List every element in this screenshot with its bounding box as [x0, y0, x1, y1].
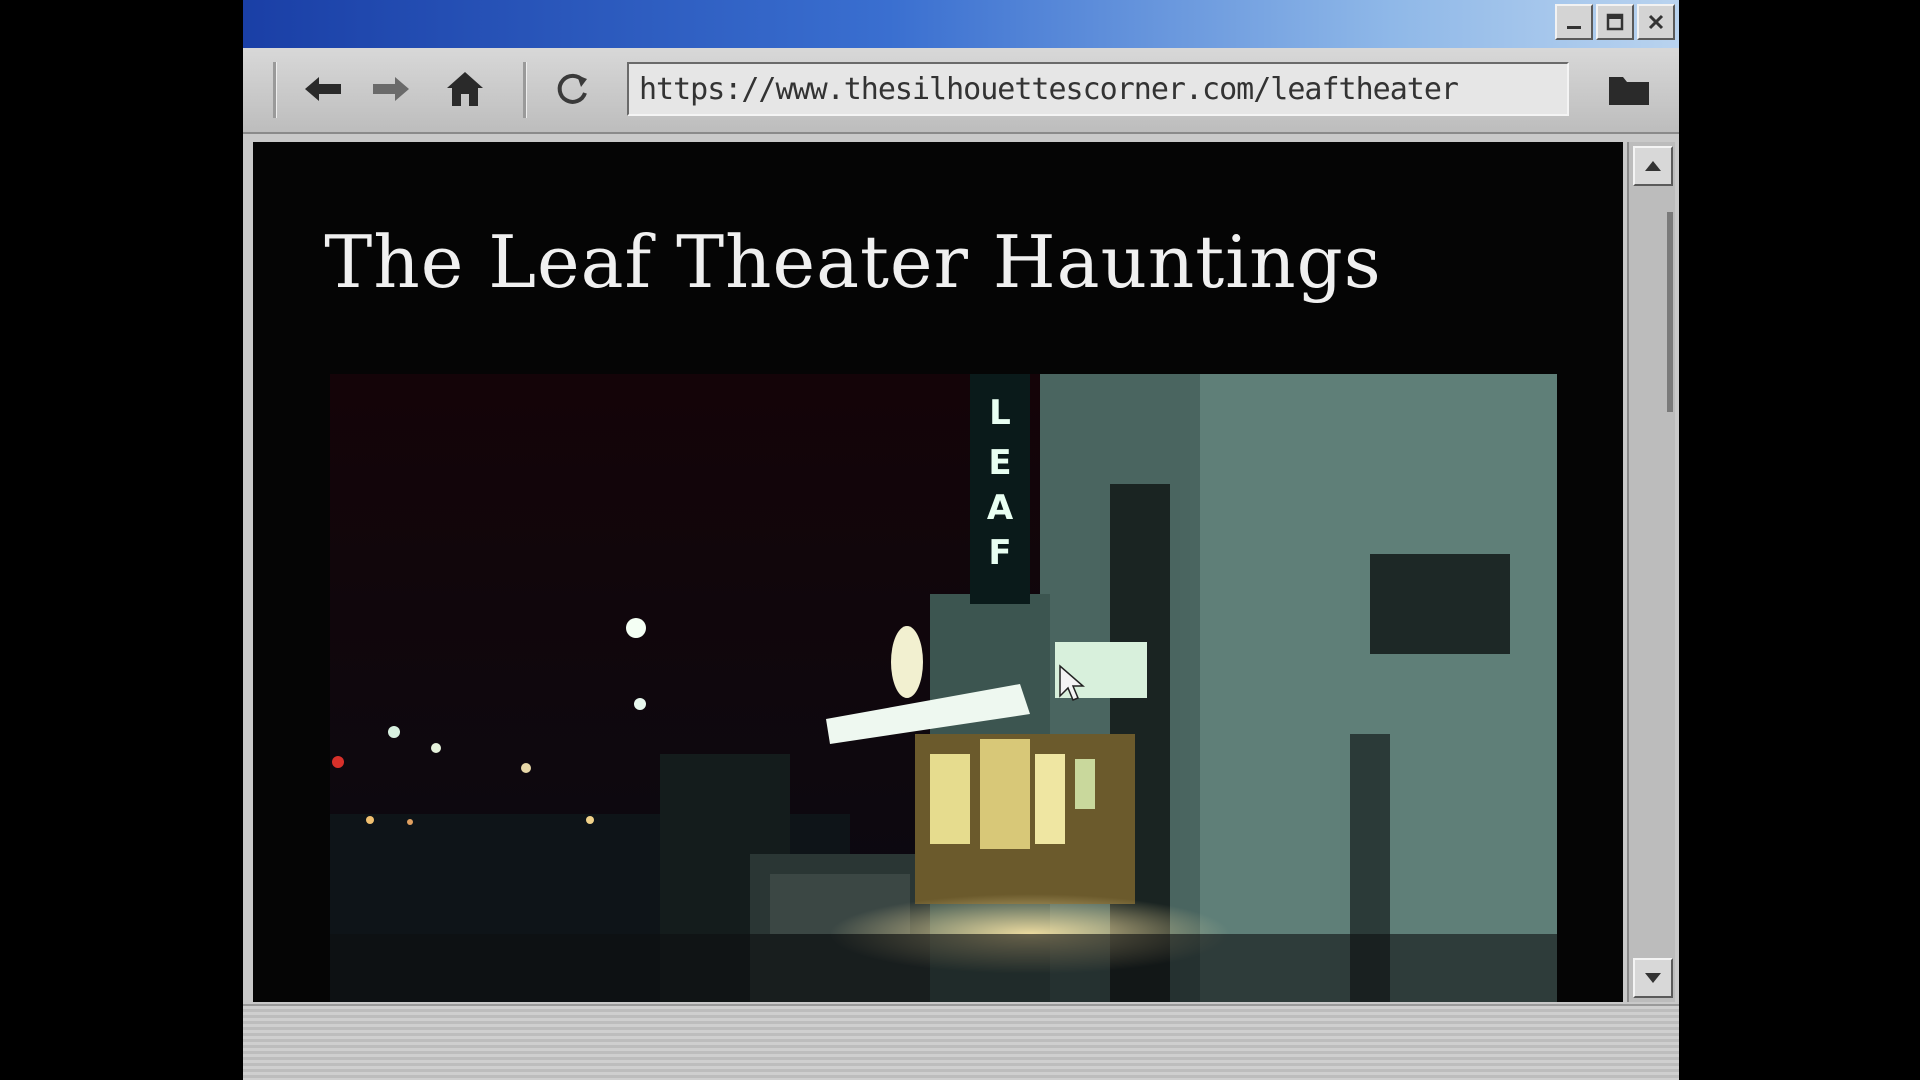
home-icon [447, 72, 483, 106]
toolbar-divider [523, 62, 527, 118]
page-content[interactable]: The Leaf Theater Hauntings L E A F [253, 142, 1623, 1002]
down-arrow-icon [1645, 973, 1661, 983]
close-button[interactable] [1637, 4, 1675, 40]
address-bar[interactable]: https://www.thesilhouettescorner.com/lea… [627, 62, 1569, 116]
toolbar-divider [273, 62, 277, 118]
home-button[interactable] [441, 66, 489, 112]
refresh-button[interactable] [549, 66, 597, 112]
scroll-down-button[interactable] [1633, 958, 1673, 998]
sign-letter-f: F [988, 533, 1011, 573]
mouse-cursor-icon [1059, 664, 1086, 701]
sign-letter-e: E [988, 443, 1011, 483]
browser-window: https://www.thesilhouettescorner.com/lea… [243, 0, 1679, 1080]
oval-light [891, 626, 923, 698]
status-bar [243, 1004, 1679, 1080]
url-text[interactable]: https://www.thesilhouettescorner.com/lea… [639, 72, 1459, 107]
up-arrow-icon [1645, 161, 1661, 171]
scroll-thumb[interactable] [1667, 212, 1673, 412]
folder-icon [1609, 77, 1649, 105]
back-button[interactable] [299, 66, 347, 112]
vertical-scrollbar[interactable] [1627, 142, 1675, 1002]
maximize-icon [1606, 13, 1624, 31]
forward-button[interactable] [367, 66, 415, 112]
minimize-icon [1567, 26, 1581, 29]
refresh-icon [557, 73, 587, 104]
sign-letter-a: A [987, 488, 1014, 528]
back-arrow-icon [305, 77, 341, 101]
folder-button[interactable] [1601, 66, 1657, 112]
page-title: The Leaf Theater Hauntings [324, 220, 1382, 304]
scroll-up-button[interactable] [1633, 146, 1673, 186]
minimize-button[interactable] [1555, 4, 1593, 40]
leaf-theater-photo: L E A F [330, 374, 1557, 1002]
title-bar[interactable] [243, 0, 1679, 48]
window-controls [1555, 4, 1675, 40]
close-icon [1648, 14, 1664, 30]
sign-letter-l: L [989, 393, 1011, 433]
forward-arrow-icon [373, 77, 409, 101]
browser-toolbar: https://www.thesilhouettescorner.com/lea… [243, 48, 1679, 134]
maximize-button[interactable] [1596, 4, 1634, 40]
